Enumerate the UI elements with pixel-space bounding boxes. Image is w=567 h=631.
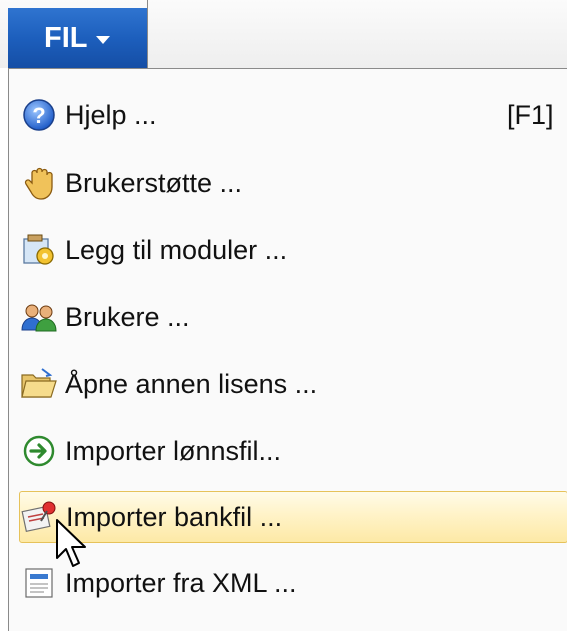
users-icon [19,297,59,337]
caret-down-icon [95,35,110,44]
menu-item-help[interactable]: ? Hjelp ... [F1] [19,89,567,141]
help-icon: ? [19,95,59,135]
menu-item-label: Importer lønnsfil... [65,435,282,466]
menu-item-label: Legg til moduler ... [65,234,288,265]
menu-item-label: Importer fra XML ... [65,567,297,598]
file-dropdown-menu: ? Hjelp ... [F1] Brukerstøtte ... Legg t… [8,68,567,631]
menu-item-import-payroll[interactable]: Importer lønnsfil... [19,425,567,477]
mouse-cursor-icon [56,519,86,567]
menu-item-users[interactable]: Brukere ... [19,291,567,343]
fil-menu-button[interactable]: FIL [8,8,147,68]
add-modules-icon [19,230,59,270]
hand-icon [19,163,59,203]
menu-item-label: Importer bankfil ... [66,501,283,532]
shortcut-label: [F1] [507,99,554,130]
menu-bar-divider [147,0,567,68]
menu-item-open-license[interactable]: Åpne annen lisens ... [19,358,567,410]
menu-item-label: Åpne annen lisens ... [65,368,318,399]
fil-menu-label: FIL [44,21,88,54]
menu-item-label: Hjelp ... [65,99,157,130]
open-folder-icon [19,364,59,404]
bank-import-icon [20,497,60,537]
menu-item-label: Brukerstøtte ... [65,167,243,198]
menu-item-support[interactable]: Brukerstøtte ... [19,157,567,209]
menu-item-add-modules[interactable]: Legg til moduler ... [19,224,567,276]
menu-item-label: Brukere ... [65,301,190,332]
svg-text:?: ? [32,103,45,128]
menu-item-import-bank[interactable]: Importer bankfil ... [19,491,567,543]
xml-import-icon [19,563,59,603]
menu-item-import-xml[interactable]: Importer fra XML ... [19,557,567,609]
arrow-circle-icon [19,431,59,471]
menu-bar: FIL [0,0,567,68]
